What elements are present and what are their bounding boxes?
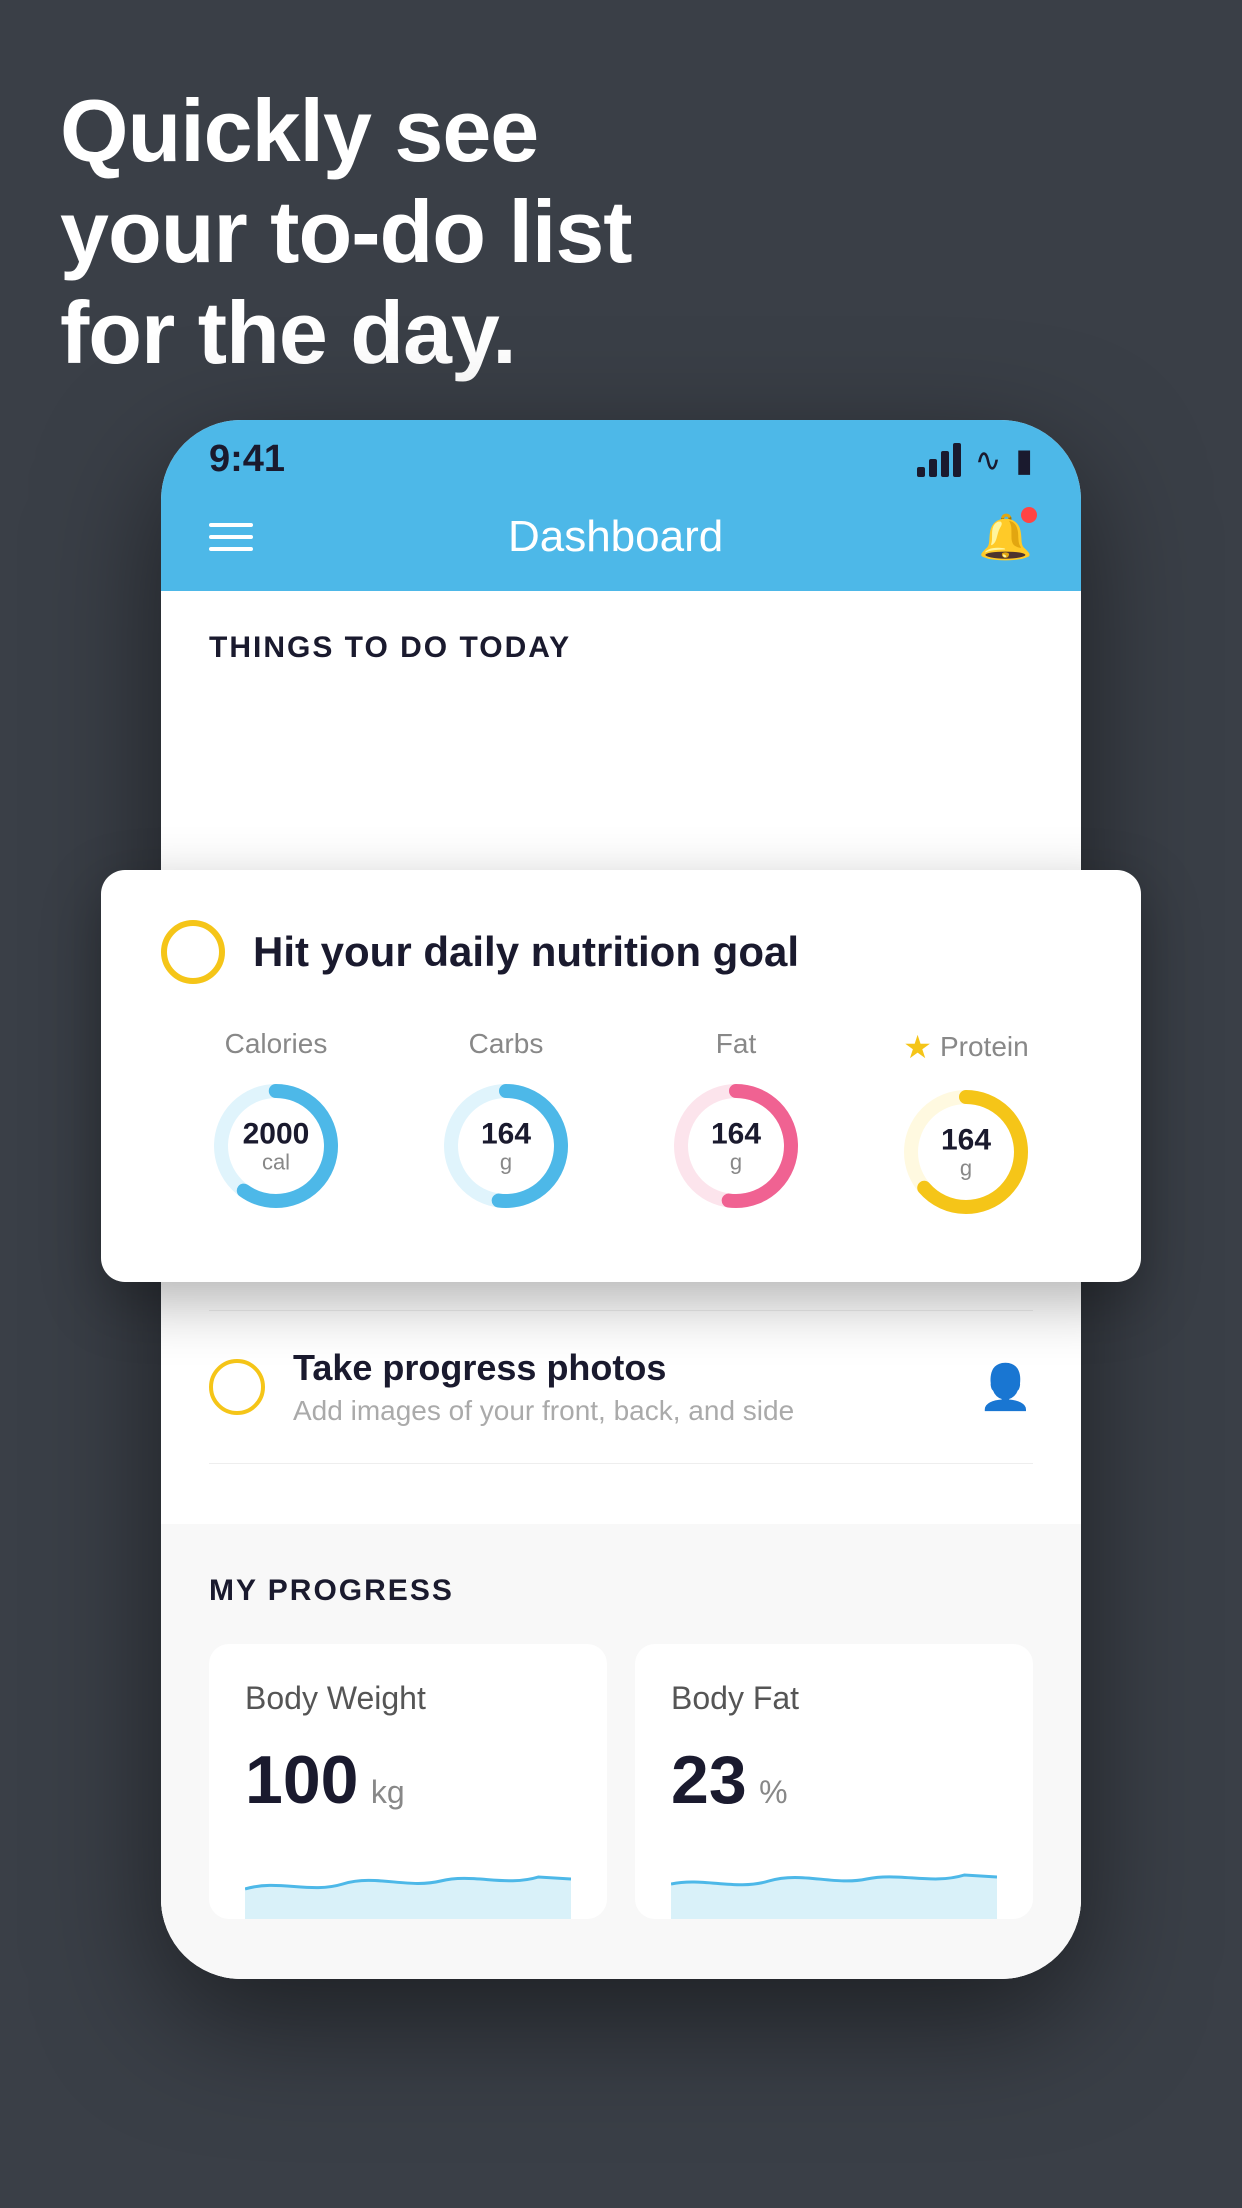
calories-label: Calories — [225, 1028, 328, 1060]
notification-dot — [1021, 507, 1037, 523]
protein-donut: 164 g — [896, 1082, 1036, 1222]
body-weight-value-row: 100 kg — [245, 1741, 571, 1819]
fat-value: 164 — [711, 1117, 761, 1150]
nav-title: Dashboard — [508, 512, 723, 562]
todo-item-photos[interactable]: Take progress photos Add images of your … — [209, 1311, 1033, 1464]
carbs-donut: 164 g — [436, 1076, 576, 1216]
fat-label: Fat — [716, 1028, 756, 1060]
nutrition-calories: Calories 2000 cal — [206, 1028, 346, 1216]
nutrition-card-title: Hit your daily nutrition goal — [253, 928, 799, 976]
todo-desc-photos: Add images of your front, back, and side — [293, 1395, 950, 1427]
hamburger-icon[interactable] — [209, 523, 253, 551]
nutrition-check-circle[interactable] — [161, 920, 225, 984]
things-title: THINGS TO DO TODAY — [161, 591, 1081, 685]
calories-value: 2000 — [243, 1117, 310, 1150]
carbs-unit: g — [481, 1150, 531, 1174]
protein-unit: g — [941, 1156, 991, 1180]
nutrition-carbs: Carbs 164 g — [436, 1028, 576, 1216]
progress-section: MY PROGRESS Body Weight 100 kg — [161, 1524, 1081, 1979]
body-fat-label: Body Fat — [671, 1680, 997, 1717]
carbs-value: 164 — [481, 1117, 531, 1150]
app-content: THINGS TO DO TODAY Running Track your st… — [161, 591, 1081, 1979]
fat-donut: 164 g — [666, 1076, 806, 1216]
body-fat-value: 23 — [671, 1742, 747, 1818]
todo-circle-photos — [209, 1359, 265, 1415]
calories-unit: cal — [243, 1150, 310, 1174]
body-weight-label: Body Weight — [245, 1680, 571, 1717]
card-header: Hit your daily nutrition goal — [161, 920, 1081, 984]
carbs-label: Carbs — [469, 1028, 544, 1060]
progress-cards: Body Weight 100 kg Body Fat — [209, 1644, 1033, 1919]
hero-headline: Quickly see your to-do list for the day. — [60, 80, 632, 384]
protein-value: 164 — [941, 1123, 991, 1156]
body-weight-value: 100 — [245, 1742, 358, 1818]
body-weight-unit: kg — [371, 1774, 405, 1810]
body-fat-value-row: 23 % — [671, 1741, 997, 1819]
body-weight-card[interactable]: Body Weight 100 kg — [209, 1644, 607, 1919]
nav-bar: Dashboard 🔔 — [161, 491, 1081, 591]
progress-title: MY PROGRESS — [209, 1574, 1033, 1608]
battery-icon: ▮ — [1015, 441, 1033, 479]
body-fat-wave — [671, 1839, 997, 1919]
fat-unit: g — [711, 1150, 761, 1174]
nutrition-card: Hit your daily nutrition goal Calories 2… — [101, 870, 1141, 1282]
todo-name-photos: Take progress photos — [293, 1347, 950, 1389]
wifi-icon: ∿ — [975, 441, 1002, 479]
body-weight-wave — [245, 1839, 571, 1919]
nutrition-protein: ★ Protein 164 g — [896, 1028, 1036, 1222]
status-time: 9:41 — [209, 438, 285, 481]
todo-text-photos: Take progress photos Add images of your … — [293, 1347, 950, 1427]
signal-icon — [917, 443, 961, 477]
calories-donut: 2000 cal — [206, 1076, 346, 1216]
status-icons: ∿ ▮ — [917, 441, 1033, 479]
photo-icon: 👤 — [978, 1361, 1033, 1413]
notification-bell[interactable]: 🔔 — [978, 511, 1033, 563]
nutrition-fat: Fat 164 g — [666, 1028, 806, 1216]
body-fat-unit: % — [759, 1774, 787, 1810]
body-fat-card[interactable]: Body Fat 23 % — [635, 1644, 1033, 1919]
nutrition-grid: Calories 2000 cal Carbs — [161, 1028, 1081, 1222]
protein-star-icon: ★ — [903, 1028, 932, 1066]
protein-label: Protein — [940, 1031, 1029, 1063]
status-bar: 9:41 ∿ ▮ — [161, 420, 1081, 491]
